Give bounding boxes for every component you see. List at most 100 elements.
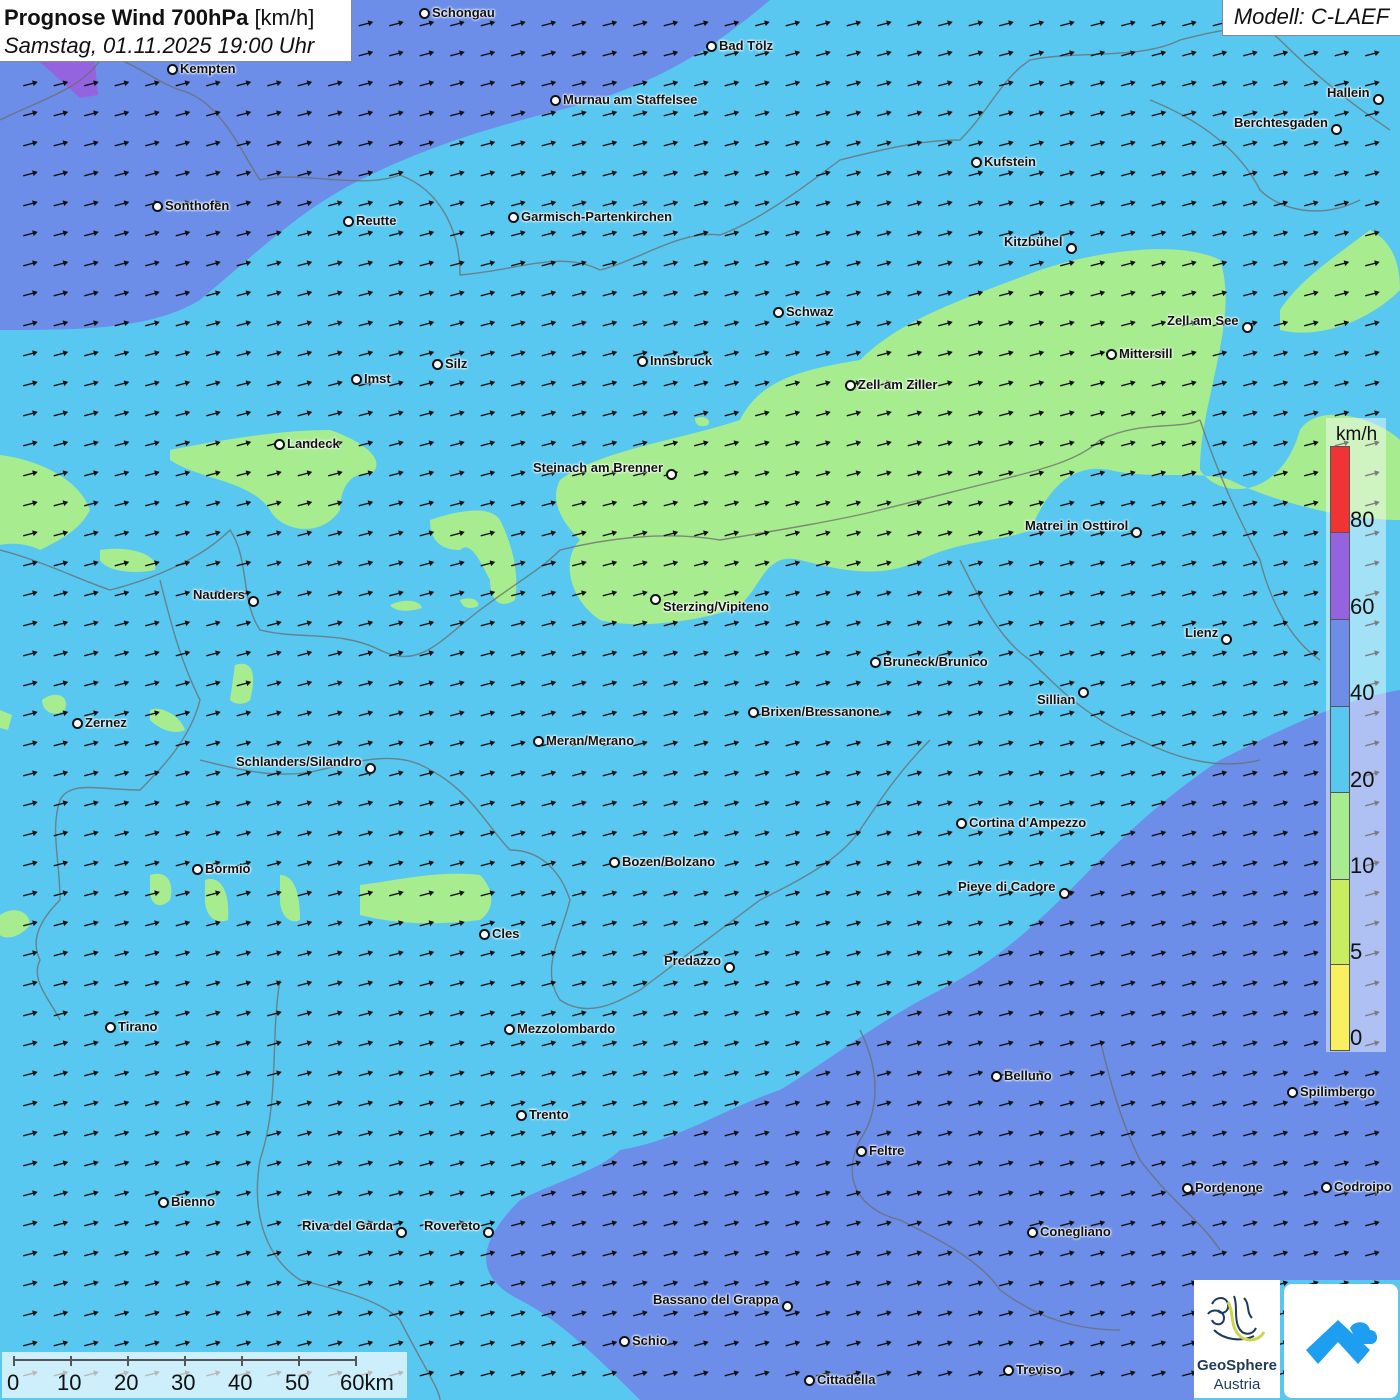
city-label: Garmisch-Partenkirchen [521, 209, 673, 224]
legend-value-80: 80 [1350, 507, 1375, 532]
city-label: Codroipo [1334, 1179, 1392, 1194]
city-label: Kitzbühel [1004, 234, 1063, 249]
city-label: Spilimbergo [1300, 1084, 1376, 1099]
city-label: Imst [364, 371, 391, 386]
city-marker [804, 1375, 815, 1386]
legend-swatch-0-5 [1330, 964, 1350, 1051]
weather-app-icon [1306, 1320, 1378, 1364]
city-label: Reutte [356, 213, 397, 228]
city-marker [504, 1024, 515, 1035]
city-label: Bozen/Bolzano [622, 854, 716, 869]
city-marker [533, 736, 544, 747]
city-label: Pieve di Cadore [958, 879, 1056, 894]
city-marker [1287, 1087, 1298, 1098]
city-marker [1003, 1365, 1014, 1376]
geosphere-name: GeoSphere [1196, 1357, 1278, 1374]
city-marker [1373, 94, 1384, 105]
city-label: Sonthofen [165, 198, 230, 213]
city-label: Sterzing/Vipiteno [663, 599, 769, 614]
city-label: Riva del Garda [302, 1218, 394, 1233]
legend-value-0: 0 [1350, 1025, 1363, 1050]
city-marker [773, 307, 784, 318]
city-label: Landeck [287, 436, 340, 451]
city-marker [856, 1146, 867, 1157]
legend-value-10: 10 [1350, 853, 1375, 878]
city-marker [274, 439, 285, 450]
city-marker [516, 1110, 527, 1121]
city-marker [609, 857, 620, 868]
city-marker [619, 1336, 630, 1347]
geosphere-logo[interactable]: GeoSphere Austria [1194, 1280, 1280, 1398]
city-label: Hallein [1327, 85, 1370, 100]
city-marker [248, 596, 259, 607]
city-marker [152, 201, 163, 212]
city-label: Bad Tölz [719, 38, 774, 53]
city-label: Cles [492, 926, 520, 941]
city-marker [1059, 888, 1070, 899]
city-label: Cittadella [817, 1372, 876, 1387]
city-label: Bormio [205, 861, 251, 876]
city-label: Schwaz [786, 304, 834, 319]
scale-label-10: 10 [57, 1370, 82, 1395]
scale-label-0: 0 [7, 1370, 20, 1395]
legend-swatch-20-40 [1330, 706, 1350, 793]
title-unit: [km/h] [254, 5, 315, 30]
city-label: Bruneck/Brunico [883, 654, 988, 669]
city-label: Silz [445, 356, 468, 371]
city-marker [343, 216, 354, 227]
city-marker [1066, 243, 1077, 254]
city-marker [167, 64, 178, 75]
city-label: Sillian [1037, 692, 1076, 707]
city-marker [72, 718, 83, 729]
legend-swatch-60-80 [1330, 532, 1350, 620]
city-label: Zell am Ziller [858, 377, 938, 392]
city-label: Brixen/Bressanone [761, 704, 880, 719]
city-marker [365, 763, 376, 774]
scale-label-20: 20 [114, 1370, 139, 1395]
scale-label-30: 30 [171, 1370, 196, 1395]
city-marker [1131, 527, 1142, 538]
scale-label-40: 40 [228, 1370, 253, 1395]
city-marker [870, 657, 881, 668]
city-label: Berchtesgaden [1234, 115, 1328, 130]
city-label: Bassano del Grappa [653, 1292, 779, 1307]
forecast-time: Samstag, 01.11.2025 19:00 Uhr [4, 33, 315, 58]
city-label: Rovereto [424, 1218, 481, 1233]
city-label: Kempten [180, 61, 236, 76]
city-marker [396, 1227, 407, 1238]
city-label: Lienz [1185, 625, 1219, 640]
city-marker [351, 374, 362, 385]
city-label: Mittersill [1119, 346, 1173, 361]
weather-app-logo[interactable] [1284, 1284, 1398, 1398]
city-label: Schio [632, 1333, 668, 1348]
city-marker [1321, 1182, 1332, 1193]
city-marker [971, 157, 982, 168]
city-label: Cortina d'Ampezzo [969, 815, 1087, 830]
city-label: Feltre [869, 1143, 905, 1158]
map-title: Prognose Wind 700hPa [km/h] [4, 4, 351, 32]
city-marker [748, 707, 759, 718]
legend-value-5: 5 [1350, 939, 1363, 964]
city-marker [158, 1197, 169, 1208]
city-label: Zernez [85, 715, 127, 730]
city-marker [479, 929, 490, 940]
city-marker [991, 1071, 1002, 1082]
city-label: Treviso [1016, 1362, 1062, 1377]
city-marker [637, 356, 648, 367]
scale-label-60: 60km [340, 1370, 394, 1395]
legend-unit: km/h [1336, 424, 1378, 445]
city-label: Mezzolombardo [517, 1021, 616, 1036]
city-label: Pordenone [1195, 1180, 1263, 1195]
city-label: Trento [529, 1107, 569, 1122]
city-marker [724, 962, 735, 973]
city-marker [1242, 322, 1253, 333]
city-label: Belluno [1004, 1068, 1052, 1083]
city-label: Conegliano [1040, 1224, 1111, 1239]
city-label: Bienno [171, 1194, 216, 1209]
city-marker [1106, 349, 1117, 360]
city-label: Predazzo [664, 953, 722, 968]
city-marker [1331, 124, 1342, 135]
city-marker [432, 359, 443, 370]
city-marker [1027, 1227, 1038, 1238]
city-marker [1182, 1183, 1193, 1194]
